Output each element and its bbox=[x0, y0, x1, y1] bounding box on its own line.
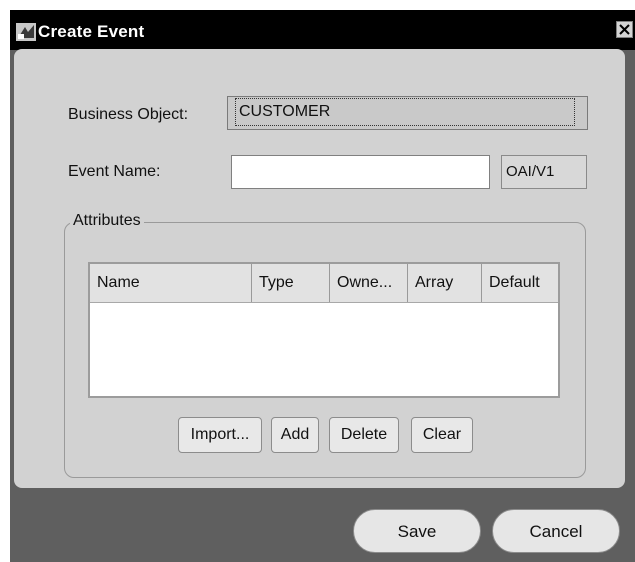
column-header-name[interactable]: Name bbox=[90, 264, 252, 302]
import-button[interactable]: Import... bbox=[178, 417, 262, 453]
save-button[interactable]: Save bbox=[353, 509, 481, 553]
event-name-input[interactable] bbox=[231, 155, 490, 189]
business-object-value: CUSTOMER bbox=[235, 98, 575, 126]
delete-button[interactable]: Delete bbox=[329, 417, 399, 453]
title-bar[interactable]: Create Event bbox=[10, 10, 635, 50]
version-field: OAI/V1 bbox=[501, 155, 587, 189]
close-icon bbox=[619, 24, 630, 35]
table-header: Name Type Owne... Array Default bbox=[90, 264, 558, 303]
attributes-legend: Attributes bbox=[70, 212, 144, 230]
column-header-array[interactable]: Array bbox=[408, 264, 482, 302]
business-object-label: Business Object: bbox=[68, 106, 189, 123]
clear-button[interactable]: Clear bbox=[411, 417, 473, 453]
column-header-default[interactable]: Default bbox=[482, 264, 558, 302]
window-title: Create Event bbox=[38, 22, 145, 41]
column-header-owner[interactable]: Owne... bbox=[330, 264, 408, 302]
event-name-label: Event Name: bbox=[68, 163, 161, 180]
add-button[interactable]: Add bbox=[271, 417, 319, 453]
cancel-button[interactable]: Cancel bbox=[492, 509, 620, 553]
column-header-type[interactable]: Type bbox=[252, 264, 330, 302]
close-button[interactable] bbox=[616, 21, 633, 38]
attributes-table[interactable]: Name Type Owne... Array Default bbox=[88, 262, 560, 398]
app-icon bbox=[16, 23, 36, 41]
business-object-field: CUSTOMER bbox=[227, 96, 588, 130]
